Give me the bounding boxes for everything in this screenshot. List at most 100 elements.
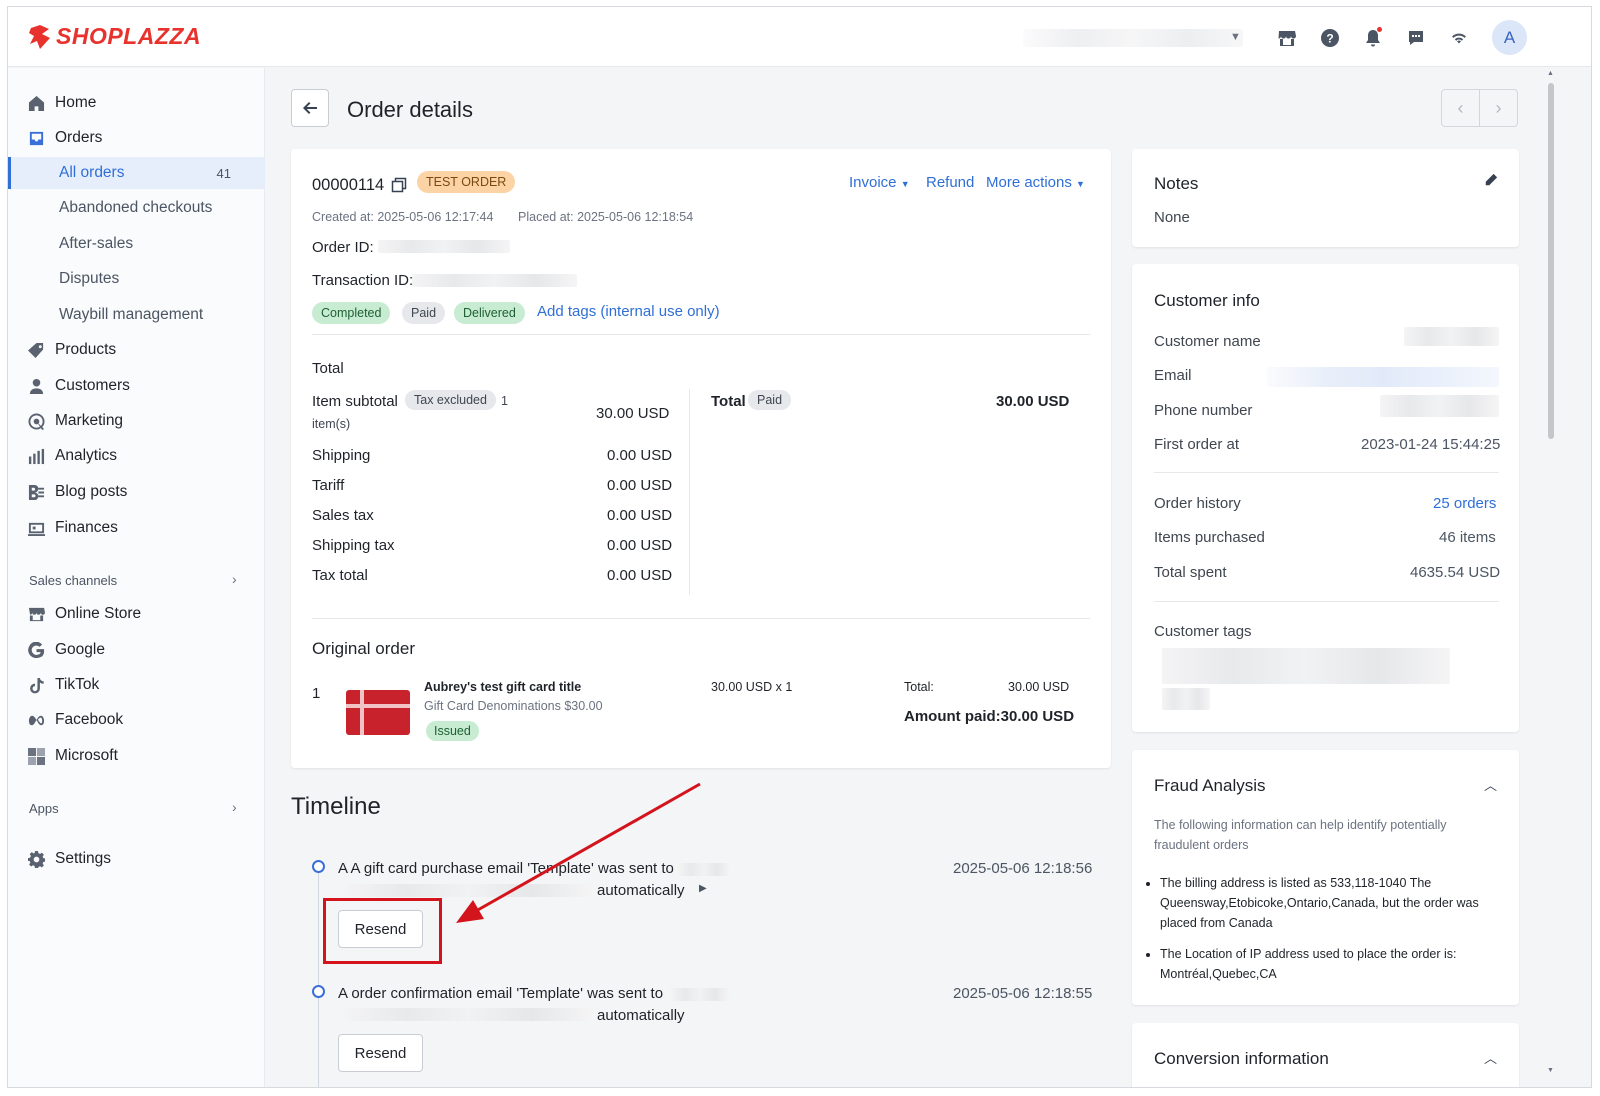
expand-caret-icon[interactable]: ▶ [699, 883, 707, 894]
annotation-highlight-box [323, 898, 442, 964]
chat-icon[interactable] [1405, 27, 1427, 49]
scroll-up-icon[interactable]: ▲ [1547, 70, 1554, 77]
sidebar-item-label: Abandoned checkouts [59, 199, 213, 216]
first-order-label: First order at [1154, 436, 1240, 453]
order-pager: ‹ › [1441, 89, 1518, 127]
google-icon [27, 641, 45, 659]
logo-text: SHOPLAZZA [56, 23, 202, 49]
next-order-icon[interactable]: › [1480, 90, 1517, 126]
copy-icon[interactable] [391, 177, 407, 193]
sidebar-item-facebook[interactable]: Facebook [8, 704, 265, 736]
test-order-badge: TEST ORDER [417, 171, 516, 193]
order-number: 00000114 [312, 176, 385, 194]
store-icon [27, 605, 45, 623]
gift-card-thumbnail [346, 690, 410, 735]
status-badge-delivered: Delivered [454, 302, 525, 324]
customer-name-label: Customer name [1154, 333, 1261, 350]
apps-label: Apps [29, 801, 59, 816]
sidebar-item-finances[interactable]: Finances [8, 512, 265, 544]
sidebar-item-orders[interactable]: Orders [8, 122, 265, 154]
timeline-dot [312, 985, 325, 998]
sidebar-item-online-store[interactable]: Online Store [8, 598, 265, 630]
recipient-redacted [670, 988, 730, 1001]
total-paid-badge: Paid [748, 390, 792, 410]
timeline-heading: Timeline [291, 793, 381, 820]
product-variant: Gift Card Denominations $30.00 [424, 699, 603, 713]
sidebar-item-blog-posts[interactable]: Blog posts [8, 476, 265, 508]
sales-channels-chevron-icon[interactable]: › [232, 571, 237, 587]
sidebar-item-all-orders[interactable]: All orders 41 [8, 157, 265, 189]
divider [1154, 472, 1499, 473]
edit-pencil-icon[interactable] [1484, 173, 1500, 189]
order-id-redacted [378, 240, 510, 253]
sidebar-item-abandoned-checkouts[interactable]: Abandoned checkouts [8, 192, 265, 224]
marketing-icon [27, 412, 45, 430]
tariff-label: Tariff [312, 477, 345, 494]
phone-redacted [1380, 395, 1499, 417]
page-scrollbar[interactable]: ▲ ▼ [1546, 69, 1556, 1079]
sidebar-item-settings[interactable]: Settings [8, 843, 265, 875]
sidebar-item-label: Marketing [55, 412, 124, 429]
item-subtotal-label: Item subtotal [312, 393, 398, 410]
wifi-icon[interactable] [1448, 27, 1470, 49]
resend-button[interactable]: Resend [338, 1034, 423, 1072]
customer-name-redacted[interactable] [1404, 327, 1499, 346]
collapse-chevron-icon[interactable]: ︿ [1484, 1048, 1497, 1067]
sidebar-item-marketing[interactable]: Marketing [8, 405, 265, 437]
tag-icon [27, 341, 45, 359]
sidebar-item-microsoft[interactable]: Microsoft [8, 740, 265, 772]
sidebar-item-google[interactable]: Google [8, 634, 265, 666]
sidebar-item-tiktok[interactable]: TikTok [8, 669, 265, 701]
scroll-down-icon[interactable]: ▼ [1547, 1067, 1554, 1074]
sidebar-item-disputes[interactable]: Disputes [8, 263, 265, 295]
product-title-link[interactable]: Aubrey's test gift card title [424, 680, 581, 694]
order-history-link[interactable]: 25 orders [1433, 495, 1496, 512]
bell-icon[interactable] [1362, 27, 1384, 49]
meta-icon [27, 711, 45, 729]
line-total-value: 30.00 USD [1008, 680, 1070, 694]
apps-chevron-icon[interactable]: › [232, 799, 237, 815]
conversion-info-card: Conversion information ︿ [1132, 1023, 1519, 1087]
refund-link[interactable]: Refund [926, 174, 974, 191]
help-icon[interactable]: ? [1319, 27, 1341, 49]
invoice-dropdown[interactable]: Invoice ▼ [849, 174, 910, 191]
tax-total-label: Tax total [312, 567, 368, 584]
sidebar-item-home[interactable]: Home [8, 87, 265, 119]
fraud-points: The billing address is listed as 533,118… [1160, 873, 1500, 995]
caret-down-icon: ▼ [1076, 179, 1085, 189]
store-selector[interactable] [1023, 29, 1243, 47]
back-button[interactable] [291, 89, 329, 127]
collapse-chevron-icon[interactable]: ︿ [1484, 775, 1497, 794]
scroll-thumb[interactable] [1548, 83, 1554, 439]
avatar[interactable]: A [1492, 20, 1527, 55]
sidebar-item-waybill-management[interactable]: Waybill management [8, 299, 265, 331]
sidebar-item-products[interactable]: Products [8, 334, 265, 366]
email-redacted[interactable] [1267, 367, 1499, 387]
sales-tax-label: Sales tax [312, 507, 374, 524]
sidebar-item-label: Finances [55, 519, 118, 536]
sidebar-item-label: Customers [55, 377, 130, 394]
shoplazza-logo[interactable]: SHOPLAZZA [28, 23, 201, 50]
more-actions-label: More actions [986, 174, 1072, 191]
sidebar-item-analytics[interactable]: Analytics [8, 440, 265, 472]
analytics-icon [27, 447, 45, 465]
sidebar-item-customers[interactable]: Customers [8, 370, 265, 402]
fraud-intro: The following information can help ident… [1154, 818, 1447, 852]
sidebar-item-label: Settings [55, 850, 112, 867]
status-badge-completed: Completed [312, 302, 391, 324]
sales-channels-label: Sales channels [29, 573, 118, 588]
top-bar: SHOPLAZZA ▼ ? A [8, 7, 1591, 67]
total-label: Total [711, 393, 746, 410]
notes-title: Notes [1154, 174, 1199, 193]
original-order-heading: Original order [312, 639, 415, 658]
store-selector-caret-icon[interactable]: ▼ [1230, 31, 1241, 43]
total-spent-label: Total spent [1154, 564, 1227, 581]
previous-order-icon[interactable]: ‹ [1442, 90, 1480, 126]
sidebar-item-after-sales[interactable]: After-sales [8, 228, 265, 260]
add-tags-link[interactable]: Add tags (internal use only) [537, 303, 720, 320]
store-icon[interactable] [1276, 27, 1298, 49]
app-window: SHOPLAZZA ▼ ? A Home Orders All orders 4… [7, 6, 1592, 1088]
divider [312, 618, 1090, 619]
gear-icon [27, 850, 45, 868]
more-actions-dropdown[interactable]: More actions ▼ [986, 174, 1085, 191]
